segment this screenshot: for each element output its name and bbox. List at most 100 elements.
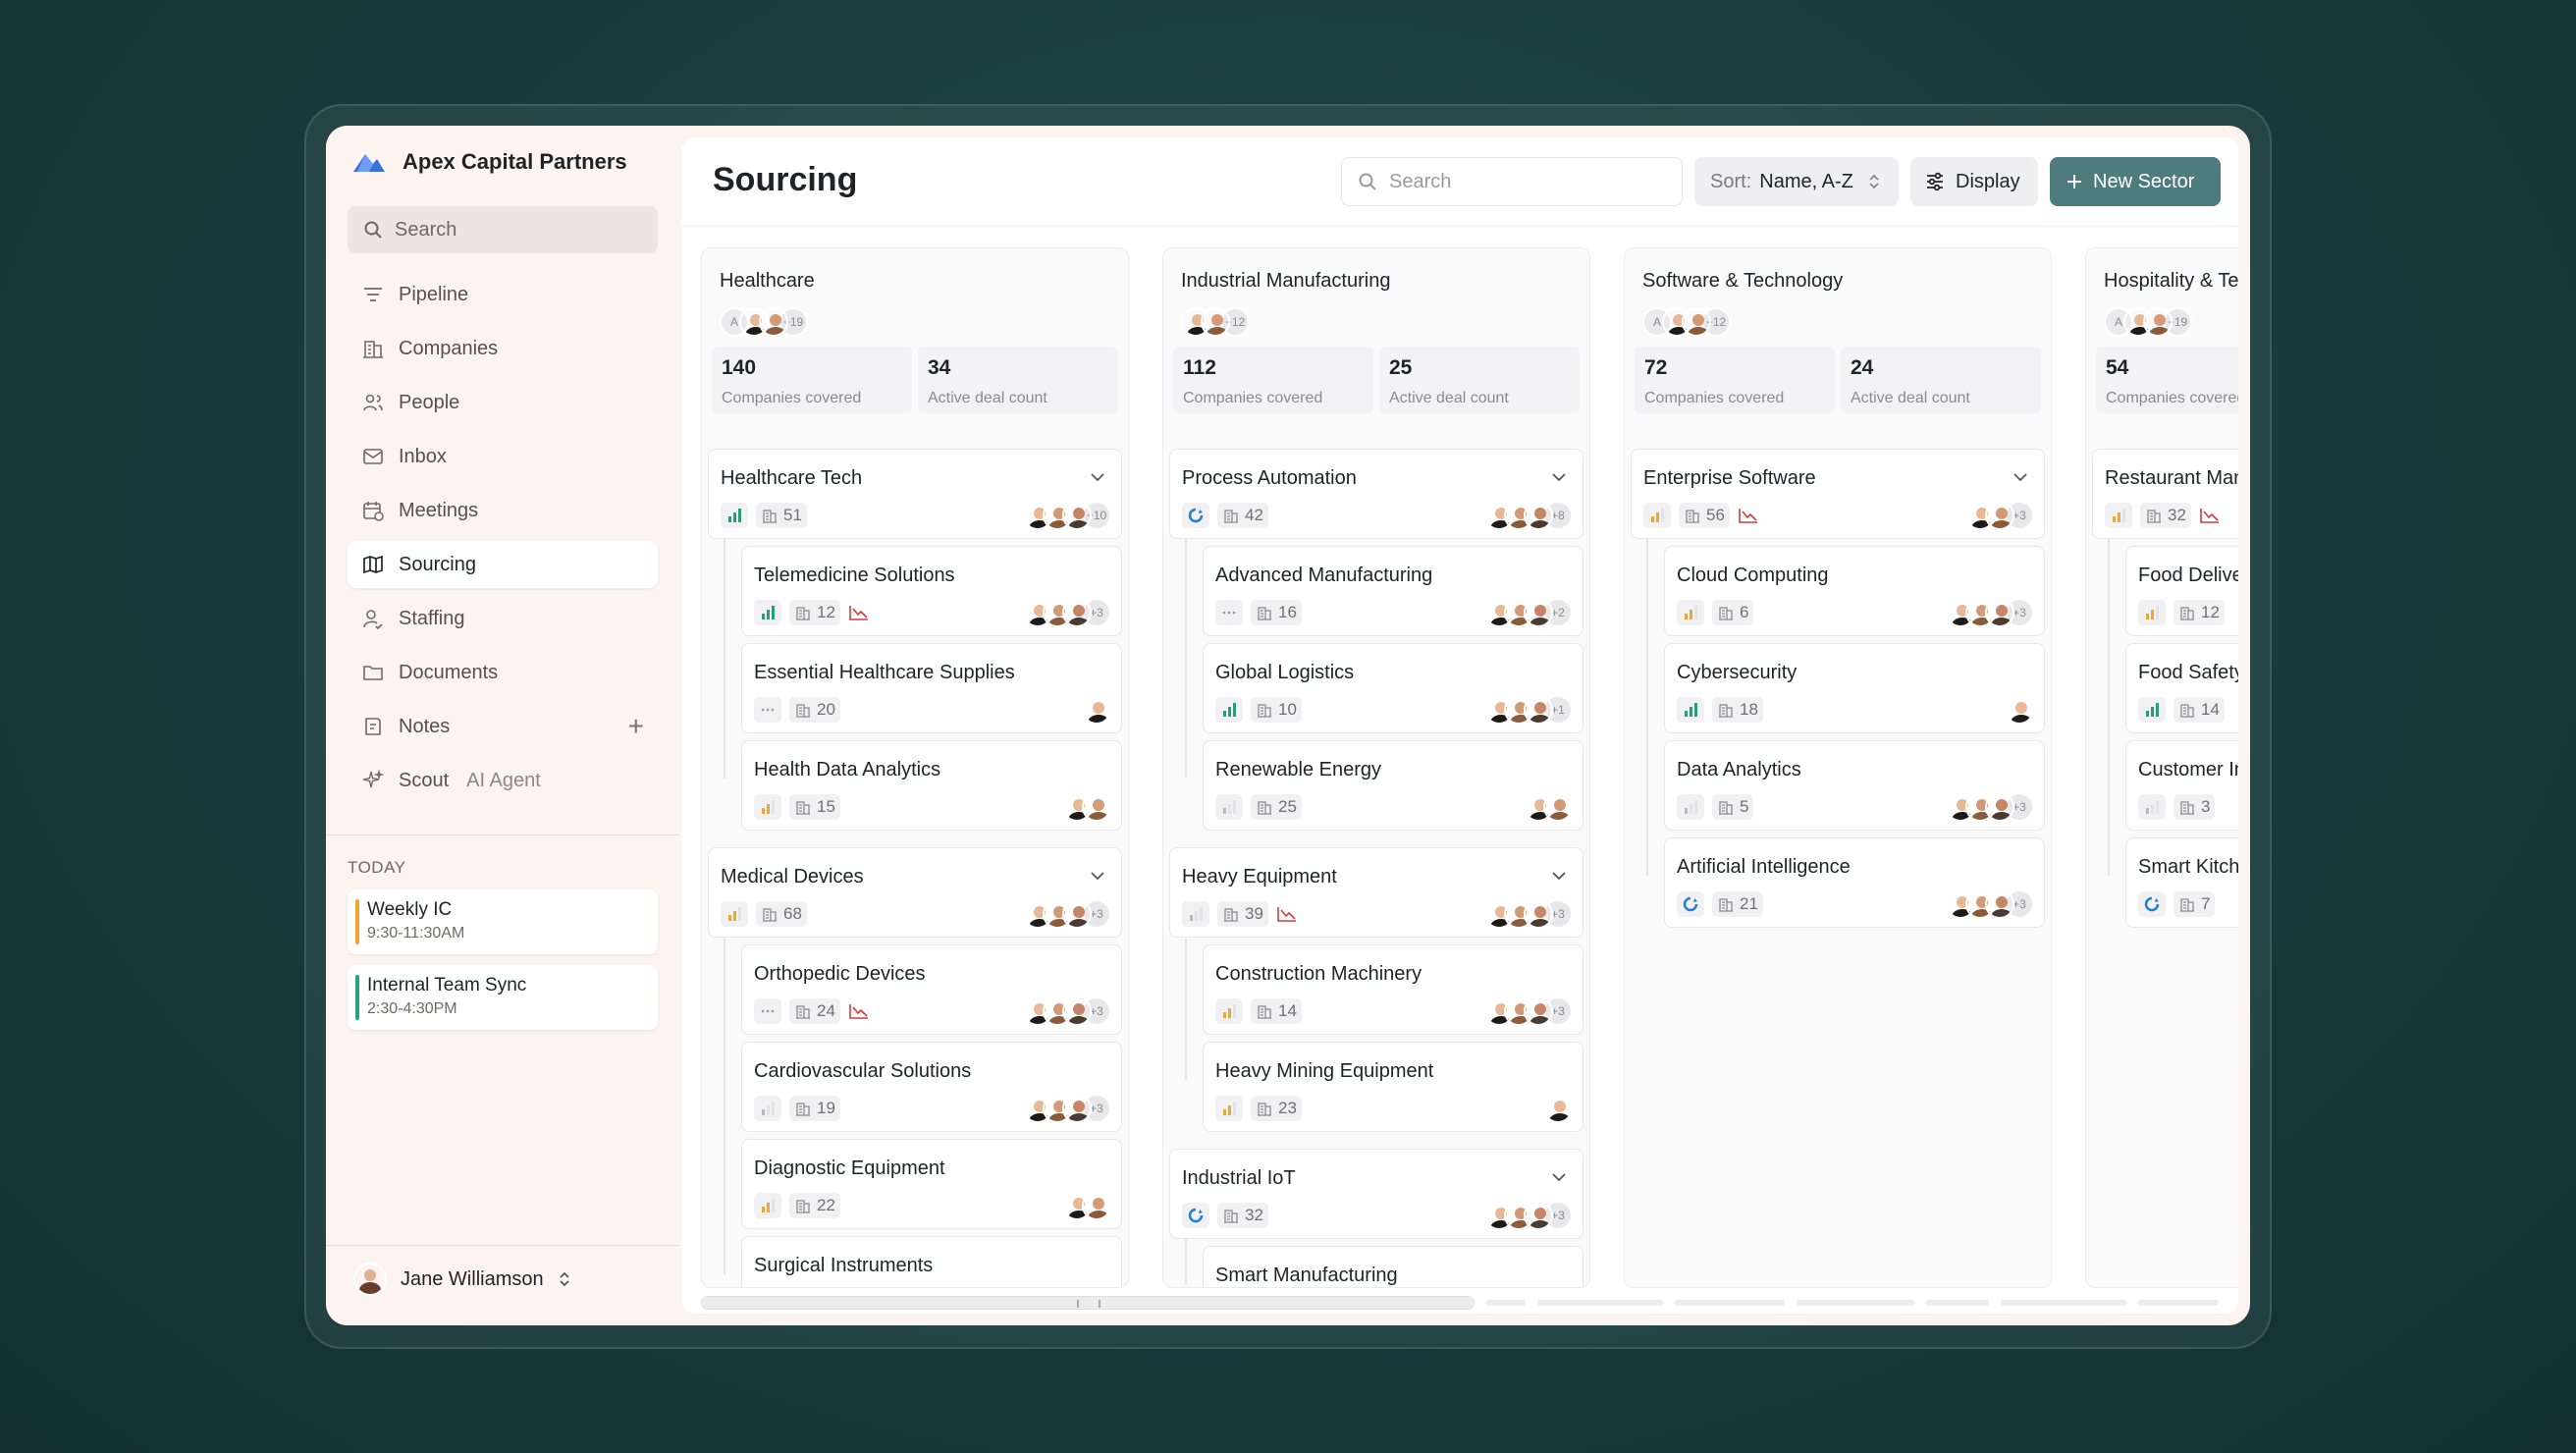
sidebar-item-scout[interactable]: Scout AI Agent — [348, 757, 658, 804]
company-count-chip[interactable]: 51 — [756, 503, 807, 528]
sub-sector-card[interactable]: Artificial Intelligence 21 +3 — [1664, 837, 2045, 928]
company-count-chip[interactable]: 22 — [789, 1193, 840, 1218]
user-menu[interactable]: Jane Williamson — [353, 1263, 571, 1296]
sub-sector-card[interactable]: Smart Manufacturing — [1203, 1246, 1583, 1287]
sidebar-item-staffing[interactable]: Staffing — [348, 595, 658, 642]
sidebar-item-sourcing[interactable]: Sourcing — [348, 541, 658, 588]
company-count-chip[interactable]: 19 — [789, 1096, 840, 1121]
signal-chip[interactable] — [1182, 1203, 1209, 1228]
avatar-stack[interactable]: +10 — [1023, 501, 1111, 530]
signal-chip[interactable] — [1677, 697, 1704, 723]
signal-chip[interactable] — [754, 1193, 781, 1218]
company-count-chip[interactable]: 15 — [789, 794, 840, 820]
sub-sector-card[interactable]: Orthopedic Devices 24 +3 — [741, 944, 1122, 1035]
signal-chip[interactable] — [2138, 794, 2166, 820]
company-count-chip[interactable]: 23 — [1251, 1096, 1302, 1121]
avatar-stack[interactable]: +3 — [1023, 996, 1111, 1026]
sidebar-item-meetings[interactable]: Meetings — [348, 487, 658, 534]
company-count-chip[interactable]: 14 — [1251, 998, 1302, 1024]
chevron-down-icon[interactable] — [1088, 866, 1107, 886]
company-count-chip[interactable]: 21 — [1712, 891, 1763, 917]
avatar-stack[interactable] — [1524, 792, 1573, 822]
sub-sector-group[interactable]: Enterprise Software 56 +3 — [1631, 449, 2045, 539]
company-count-chip[interactable]: 16 — [1251, 600, 1302, 625]
sector-column[interactable]: Hospitality & Technology A+19 54 Companies … — [2085, 247, 2238, 1288]
avatar-stack[interactable]: +3 — [1484, 1201, 1573, 1230]
avatar-stack[interactable] — [2005, 695, 2034, 725]
sidebar-item-documents[interactable]: Documents — [348, 649, 658, 696]
avatar-stack[interactable] — [1082, 695, 1111, 725]
company-count-chip[interactable]: 5 — [1712, 794, 1754, 820]
avatar-stack[interactable]: +2 — [1484, 598, 1573, 627]
signal-chip[interactable] — [1182, 503, 1209, 528]
company-count-chip[interactable]: 32 — [1217, 1203, 1268, 1228]
chevron-down-icon[interactable] — [1549, 467, 1569, 487]
avatar-stack[interactable]: +12 — [1181, 307, 1589, 337]
signal-chip[interactable] — [754, 998, 781, 1024]
signal-chip[interactable] — [754, 794, 781, 820]
chevron-down-icon[interactable] — [1549, 866, 1569, 886]
signal-chip[interactable] — [1215, 1096, 1243, 1121]
sidebar-item-pipeline[interactable]: Pipeline — [348, 271, 658, 318]
sub-sector-card[interactable]: Cloud Computing 6 +3 — [1664, 546, 2045, 636]
sidebar-search[interactable]: Search — [348, 206, 658, 253]
signal-chip[interactable] — [754, 697, 781, 723]
sub-sector-card[interactable]: Customer Insights 3 — [2125, 740, 2238, 831]
signal-chip[interactable] — [2138, 891, 2166, 917]
sub-sector-card[interactable]: Global Logistics 10 +1 — [1203, 643, 1583, 733]
avatar-stack[interactable]: +3 — [1946, 598, 2034, 627]
avatar-stack[interactable] — [1543, 1094, 1573, 1123]
signal-chip[interactable] — [1215, 794, 1243, 820]
sector-column[interactable]: Industrial Manufacturing +12 112 Companies … — [1162, 247, 1590, 1288]
company-count-chip[interactable]: 10 — [1251, 697, 1302, 723]
signal-chip[interactable] — [1215, 697, 1243, 723]
sub-sector-group[interactable]: Restaurant Management 32 — [2092, 449, 2238, 539]
company-count-chip[interactable]: 25 — [1251, 794, 1302, 820]
sub-sector-card[interactable]: Food Safety Solutions 14 — [2125, 643, 2238, 733]
sub-sector-card[interactable]: Health Data Analytics 15 — [741, 740, 1122, 831]
avatar-stack[interactable]: +3 — [1484, 996, 1573, 1026]
sub-sector-card[interactable]: Heavy Mining Equipment 23 — [1203, 1042, 1583, 1132]
signal-chip[interactable] — [2138, 697, 2166, 723]
sort-button[interactable]: Sort: Name, A-Z — [1694, 157, 1899, 206]
scrollbar-thumb[interactable] — [701, 1296, 1475, 1310]
signal-chip[interactable] — [1643, 503, 1671, 528]
avatar-stack[interactable]: A +19 — [720, 307, 1128, 337]
avatar-stack[interactable]: +3 — [1946, 792, 2034, 822]
company-count-chip[interactable]: 14 — [2174, 697, 2225, 723]
sidebar-item-notes[interactable]: Notes + — [348, 703, 658, 750]
avatar-stack[interactable]: +1 — [1484, 695, 1573, 725]
sidebar-item-people[interactable]: People — [348, 379, 658, 426]
chevron-down-icon[interactable] — [1088, 467, 1107, 487]
signal-chip[interactable] — [1677, 891, 1704, 917]
signal-chip[interactable] — [1215, 998, 1243, 1024]
sub-sector-group[interactable]: Medical Devices 68 +3 — [708, 847, 1122, 938]
avatar-stack[interactable] — [1062, 1191, 1111, 1220]
brand[interactable]: Apex Capital Partners — [351, 149, 627, 175]
company-count-chip[interactable]: 42 — [1217, 503, 1268, 528]
sub-sector-card[interactable]: Food Delivery Solutions 12 — [2125, 546, 2238, 636]
sub-sector-card[interactable]: Cybersecurity 18 — [1664, 643, 2045, 733]
signal-chip[interactable] — [721, 901, 748, 927]
sub-sector-card[interactable]: Renewable Energy 25 — [1203, 740, 1583, 831]
sub-sector-card[interactable]: Essential Healthcare Supplies 20 — [741, 643, 1122, 733]
signal-chip[interactable] — [754, 600, 781, 625]
display-button[interactable]: Display — [1910, 157, 2038, 206]
sub-sector-group[interactable]: Heavy Equipment 39 +3 — [1169, 847, 1583, 938]
company-count-chip[interactable]: 3 — [2174, 794, 2216, 820]
signal-chip[interactable] — [1215, 600, 1243, 625]
sub-sector-card[interactable]: Surgical Instruments — [741, 1236, 1122, 1287]
add-note-icon[interactable]: + — [628, 713, 644, 740]
company-count-chip[interactable]: 12 — [2174, 600, 2225, 625]
sidebar-item-companies[interactable]: Companies — [348, 325, 658, 372]
signal-chip[interactable] — [2138, 600, 2166, 625]
sub-sector-card[interactable]: Data Analytics 5 +3 — [1664, 740, 2045, 831]
avatar-stack[interactable] — [1062, 792, 1111, 822]
company-count-chip[interactable]: 56 — [1679, 503, 1730, 528]
sub-sector-card[interactable]: Smart Kitchen Technology 7 — [2125, 837, 2238, 928]
company-count-chip[interactable]: 24 — [789, 998, 840, 1024]
company-count-chip[interactable]: 20 — [789, 697, 840, 723]
sidebar-item-inbox[interactable]: Inbox — [348, 433, 658, 480]
event-internal-team-sync[interactable]: Internal Team Sync 2:30-4:30PM — [348, 965, 658, 1030]
avatar-stack[interactable]: +3 — [1965, 501, 2034, 530]
